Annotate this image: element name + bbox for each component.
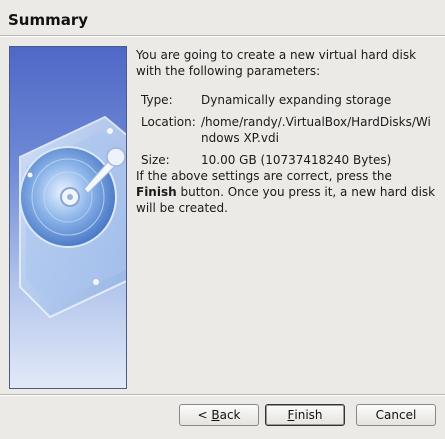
type-label: Type: — [141, 93, 173, 107]
param-row-size: Size: 10.00 GB (10737418240 Bytes) — [136, 146, 431, 168]
param-row-type: Type: Dynamically expanding storage — [136, 92, 431, 114]
type-value: Dynamically expanding storage — [201, 93, 392, 107]
cancel-label: Cancel — [375, 408, 417, 422]
confirmation-note: If the above settings are correct, press… — [136, 168, 436, 216]
top-divider — [0, 35, 445, 37]
parameters-table: Type: Dynamically expanding storage Loca… — [136, 92, 431, 168]
size-label: Size: — [141, 153, 170, 167]
location-value: /home/randy/.VirtualBox/HardDisks/Wi ndow… — [196, 114, 431, 146]
finish-button[interactable]: Finish — [265, 404, 345, 426]
location-value-line2: ndows XP.vdi — [201, 131, 279, 145]
bottom-divider — [0, 394, 445, 396]
back-mnemonic: B — [211, 408, 220, 422]
size-value: 10.00 GB (10737418240 Bytes) — [201, 153, 392, 167]
back-rest: ack — [219, 408, 241, 422]
finish-rest: inish — [294, 408, 323, 422]
finish-mnemonic: F — [287, 408, 295, 422]
note-finish-bold: Finish — [136, 185, 177, 199]
note-before: If the above settings are correct, press… — [136, 169, 392, 183]
hard-disk-icon — [19, 115, 126, 319]
dialog-title: Summary — [8, 11, 89, 29]
intro-text: You are going to create a new virtual ha… — [136, 48, 417, 78]
cancel-button[interactable]: Cancel — [356, 404, 436, 426]
location-value-line1: /home/randy/.VirtualBox/HardDisks/Wi — [201, 115, 431, 129]
note-after: button. Once you press it, a new hard di… — [136, 185, 436, 215]
summary-content: You are going to create a new virtual ha… — [136, 47, 436, 216]
back-button[interactable]: < Back — [179, 404, 259, 426]
back-prefix: < — [197, 408, 212, 422]
param-row-location: Location: /home/randy/.VirtualBox/HardDi… — [136, 114, 431, 146]
wizard-side-image — [9, 46, 127, 389]
location-label: Location: — [141, 115, 196, 129]
